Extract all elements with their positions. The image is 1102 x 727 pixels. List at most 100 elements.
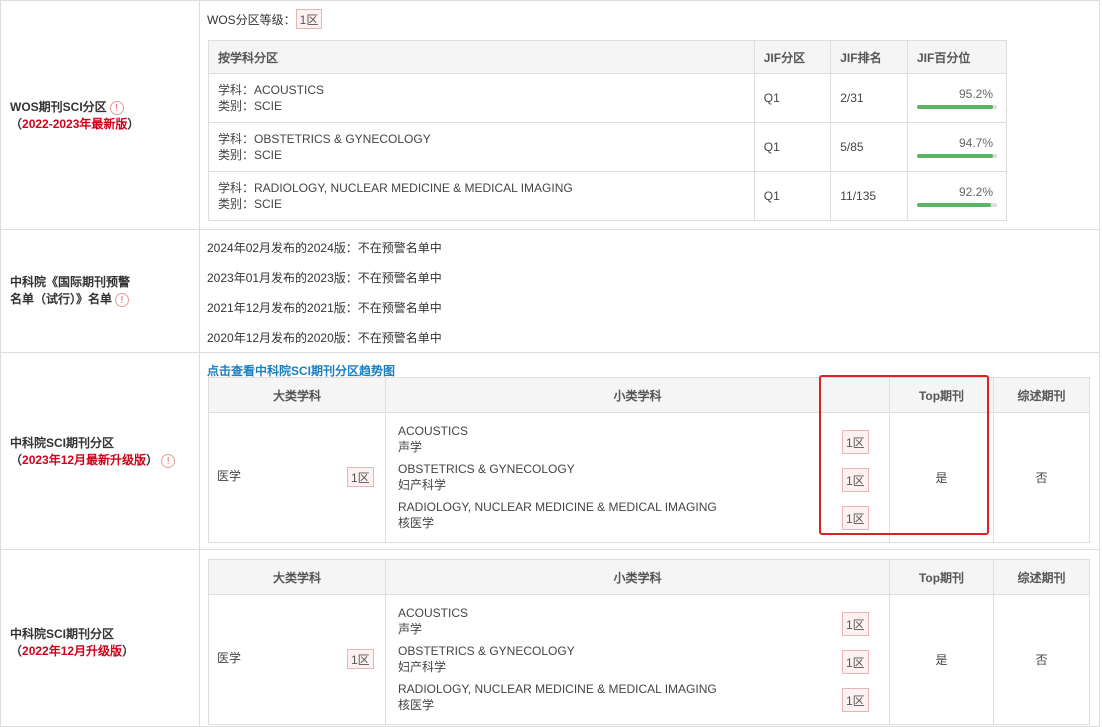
cas2023-label: 中科院SCI期刊分区 （2023年12月最新升级版）!: [10, 435, 176, 469]
minor-subject-cell: ACOUSTICS 声学 1区 OBSTETRICS & GYNECOLOGY 妇产…: [385, 594, 890, 725]
rank-cell: 2/31: [830, 73, 908, 123]
major-subject-cell: 医学 1区: [208, 412, 386, 543]
col-top-journal: Top期刊: [889, 559, 994, 595]
minor-zh: 核医学: [398, 698, 435, 712]
minor-zone-badge: 1区: [842, 688, 869, 712]
warning-label-line1: 中科院《国际期刊预警: [10, 275, 131, 289]
wos-level-label: WOS分区等级：: [207, 13, 296, 27]
info-icon[interactable]: !: [161, 453, 176, 468]
subject-text: 学科：OBSTETRICS & GYNECOLOGY: [218, 132, 431, 146]
minor-subject-cell: ACOUSTICS 声学 1区 OBSTETRICS & GYNECOLOGY 妇产…: [385, 412, 890, 543]
subject-text: 学科：ACOUSTICS: [218, 83, 325, 97]
warning-label-cell: 中科院《国际期刊预警 名单（试行）》名单!: [1, 230, 200, 352]
cas2022-label: 中科院SCI期刊分区 （2022年12月升级版）: [10, 626, 134, 660]
minor-subject-item: RADIOLOGY, NUCLEAR MEDICINE & MEDICAL IM…: [398, 681, 717, 713]
major-zone-badge: 1区: [347, 649, 374, 669]
table-row: 医学 1区 ACOUSTICS 声学 1区 OBSTETRICS & GYNECO…: [208, 594, 1090, 725]
minor-subject-item: RADIOLOGY, NUCLEAR MEDICINE & MEDICAL IM…: [398, 499, 717, 531]
rank-cell: 5/85: [830, 122, 908, 172]
percentile-bar: [917, 105, 997, 109]
warning-section: 中科院《国际期刊预警 名单（试行）》名单! 2024年02月发布的2024版：不…: [0, 229, 1100, 352]
percentile-bar-fill: [917, 154, 993, 158]
wos-level: WOS分区等级： 1区: [207, 9, 323, 29]
percentile-bar-fill: [917, 203, 991, 207]
cas2022-version-label: 2022年12月升级版: [22, 644, 123, 658]
minor-zone-badge: 1区: [842, 612, 869, 636]
minor-subject-item: OBSTETRICS & GYNECOLOGY 妇产科学: [398, 461, 575, 493]
list-item: 2023年01月发布的2023版：不在预警名单中: [207, 271, 442, 285]
jif-table-header: 按学科分区 JIF分区 JIF排名 JIF百分位: [208, 40, 1007, 74]
minor-en: OBSTETRICS & GYNECOLOGY: [398, 644, 575, 658]
col-major-subject: 大类学科: [208, 559, 386, 595]
list-item: 2021年12月发布的2021版：不在预警名单中: [207, 301, 442, 315]
jif-col-percentile: JIF百分位: [907, 40, 1007, 74]
col-review-journal: 综述期刊: [993, 559, 1090, 595]
minor-en: RADIOLOGY, NUCLEAR MEDICINE & MEDICAL IM…: [398, 500, 717, 514]
percentile-bar: [917, 203, 997, 207]
jif-table: 按学科分区 JIF分区 JIF排名 JIF百分位 学科：ACOUSTICS 类别：…: [208, 40, 1007, 221]
table-row: 学科：RADIOLOGY, NUCLEAR MEDICINE & MEDICAL…: [208, 171, 1007, 221]
minor-en: ACOUSTICS: [398, 424, 469, 438]
jif-subject-cell: 学科：ACOUSTICS 类别：SCIE: [208, 73, 755, 123]
percentile-bar: [917, 154, 997, 158]
col-minor-subject: 小类学科: [385, 377, 890, 413]
col-review-journal: 综述期刊: [993, 377, 1090, 413]
paren-open: （: [10, 117, 23, 131]
warning-content-cell: 2024年02月发布的2024版：不在预警名单中 2023年01月发布的2023…: [200, 230, 1099, 352]
warning-label-line2: 名单（试行）》名单: [10, 292, 113, 306]
col-major-subject: 大类学科: [208, 377, 386, 413]
jif-subject-cell: 学科：OBSTETRICS & GYNECOLOGY 类别：SCIE: [208, 122, 755, 172]
paren-close: ）: [127, 117, 140, 131]
percentile-cell: 95.2%: [907, 73, 1007, 123]
wos-level-badge: 1区: [295, 9, 323, 29]
paren-open: （: [10, 644, 23, 658]
minor-en: OBSTETRICS & GYNECOLOGY: [398, 462, 575, 476]
minor-zh: 声学: [398, 440, 423, 454]
percentile-cell: 94.7%: [907, 122, 1007, 172]
minor-zh: 妇产科学: [398, 478, 447, 492]
quartile-cell: Q1: [753, 171, 832, 221]
cas2022-label-cell: 中科院SCI期刊分区 （2022年12月升级版）: [1, 550, 200, 726]
paren-open: （: [10, 453, 23, 467]
cas2022-content-cell: 大类学科 小类学科 Top期刊 综述期刊 医学 1区 ACOUSTICS 声学 1…: [200, 550, 1099, 726]
wos-content-cell: WOS分区等级： 1区 按学科分区 JIF分区 JIF排名 JIF百分位 学科：A…: [200, 1, 1099, 229]
percentile-bar-fill: [917, 105, 994, 109]
jif-col-quartile: JIF分区: [753, 40, 832, 74]
wos-label-text: WOS期刊SCI分区: [10, 100, 107, 114]
minor-zh: 核医学: [398, 516, 435, 530]
paren-close: ）: [146, 453, 159, 467]
cas2022-table: 大类学科 小类学科 Top期刊 综述期刊 医学 1区 ACOUSTICS 声学 1…: [208, 559, 1090, 725]
cas2023-label-cell: 中科院SCI期刊分区 （2023年12月最新升级版）!: [1, 353, 200, 549]
list-item: 2020年12月发布的2020版：不在预警名单中: [207, 331, 442, 345]
wos-version-label: 2022-2023年最新版: [22, 117, 128, 131]
jif-col-subject: 按学科分区: [208, 40, 755, 74]
info-icon[interactable]: !: [109, 100, 124, 115]
minor-subject-item: OBSTETRICS & GYNECOLOGY 妇产科学: [398, 643, 575, 675]
wos-section: WOS期刊SCI分区! （2022-2023年最新版） WOS分区等级： 1区 按…: [0, 0, 1100, 229]
major-subject-cell: 医学 1区: [208, 594, 386, 725]
minor-en: ACOUSTICS: [398, 606, 469, 620]
cas2023-version-label: 2023年12月最新升级版: [22, 453, 147, 467]
top-journal-value: 是: [889, 594, 994, 725]
minor-zone-badge: 1区: [842, 650, 869, 674]
minor-zh: 声学: [398, 622, 423, 636]
major-subject-text: 医学: [217, 651, 242, 665]
table-row: 学科：ACOUSTICS 类别：SCIE Q1 2/31 95.2%: [208, 73, 1007, 123]
percentile-cell: 92.2%: [907, 171, 1007, 221]
cas2023-label-text: 中科院SCI期刊分区: [10, 436, 115, 450]
cas2022-section: 中科院SCI期刊分区 （2022年12月升级版） 大类学科 小类学科 Top期刊…: [0, 549, 1100, 727]
subject-text: 学科：RADIOLOGY, NUCLEAR MEDICINE & MEDICAL…: [218, 181, 573, 195]
quartile-cell: Q1: [753, 73, 832, 123]
cas2022-label-text: 中科院SCI期刊分区: [10, 627, 115, 641]
percentile-text: 95.2%: [958, 87, 993, 101]
rank-cell: 11/135: [830, 171, 908, 221]
category-text: 类别：SCIE: [218, 99, 283, 113]
info-icon[interactable]: !: [115, 292, 130, 307]
review-journal-value: 否: [993, 412, 1090, 543]
minor-en: RADIOLOGY, NUCLEAR MEDICINE & MEDICAL IM…: [398, 682, 717, 696]
minor-subject-item: ACOUSTICS 声学: [398, 423, 468, 455]
review-journal-value: 否: [993, 594, 1090, 725]
category-text: 类别：SCIE: [218, 197, 283, 211]
percentile-text: 92.2%: [958, 185, 993, 199]
jif-col-rank: JIF排名: [830, 40, 908, 74]
